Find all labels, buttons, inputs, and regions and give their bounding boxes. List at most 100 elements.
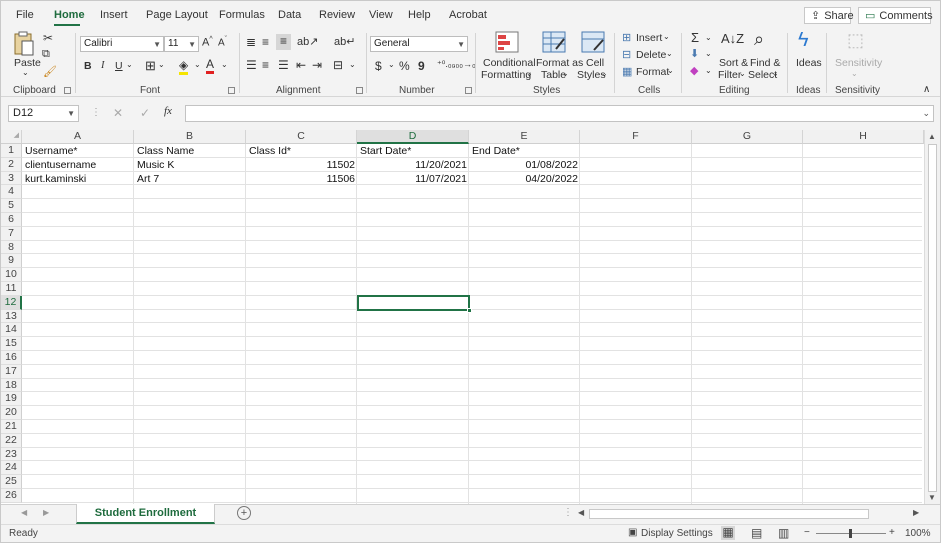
format-painter-icon[interactable]: 🖌 — [43, 65, 57, 78]
row-header-11[interactable]: 11 — [1, 282, 22, 296]
comments-button[interactable]: ▭ Comments — [858, 7, 933, 24]
underline-dropdown-icon[interactable]: ⌄ — [126, 60, 133, 69]
tab-page-layout[interactable]: Page Layout — [146, 9, 208, 21]
row-header-15[interactable]: 15 — [1, 337, 22, 351]
bold-button[interactable]: B — [84, 60, 92, 72]
sort-filter-icon[interactable]: A↓Z — [721, 31, 744, 46]
sort-dropdown-icon[interactable]: ⌄ — [739, 69, 746, 78]
delete-cells-icon[interactable]: ⊟ — [622, 48, 631, 61]
cell-a1[interactable]: Username* — [25, 145, 78, 158]
autosum-dropdown-icon[interactable]: ⌄ — [705, 33, 712, 42]
zoom-in-button[interactable]: + — [889, 527, 895, 538]
row-header-5[interactable]: 5 — [1, 199, 22, 213]
alignment-launcher-icon[interactable] — [356, 87, 363, 94]
cancel-icon[interactable]: ✕ — [113, 106, 123, 120]
column-header-c[interactable]: C — [246, 130, 357, 144]
currency-dropdown-icon[interactable]: ⌄ — [388, 60, 395, 69]
column-header-a[interactable]: A — [22, 130, 134, 144]
fill-icon[interactable]: ⬇ — [690, 47, 699, 60]
row-header-7[interactable]: 7 — [1, 226, 22, 241]
format-as-table-button[interactable]: Format as — [536, 57, 583, 69]
cell-c2[interactable]: 11502 — [246, 159, 355, 172]
align-center-icon[interactable]: ≡ — [262, 58, 269, 72]
row-header-22[interactable]: 22 — [1, 433, 22, 448]
insert-cells-icon[interactable]: ⊞ — [622, 31, 631, 44]
cell-styles-icon[interactable] — [581, 31, 605, 56]
conditional-formatting-icon[interactable] — [495, 31, 519, 56]
row-header-14[interactable]: 14 — [1, 323, 22, 338]
cell-e2[interactable]: 01/08/2022 — [469, 159, 578, 172]
zoom-level[interactable]: 100% — [905, 528, 931, 539]
normal-view-icon[interactable]: ▦ — [721, 526, 735, 540]
prev-sheet-icon[interactable]: ◀ — [21, 508, 27, 517]
vertical-scroll-thumb[interactable] — [928, 144, 937, 492]
number-format-select[interactable]: General ▼ — [370, 36, 468, 52]
fill-dropdown-icon[interactable]: ⌄ — [194, 60, 201, 69]
format-dropdown-icon[interactable]: ⌄ — [667, 66, 674, 75]
column-header-h[interactable]: H — [803, 130, 924, 144]
insert-dropdown-icon[interactable]: ⌄ — [663, 32, 670, 41]
share-button[interactable]: ⇪ Share — [804, 7, 854, 24]
borders-dropdown-icon[interactable]: ⌄ — [158, 60, 165, 69]
find-select-button[interactable]: Find & — [750, 57, 780, 69]
tab-review[interactable]: Review — [319, 9, 355, 21]
format-cells-icon[interactable]: ▦ — [622, 65, 632, 78]
paste-dropdown-icon[interactable]: ⌄ — [22, 68, 29, 77]
fill-handle[interactable] — [467, 308, 472, 313]
worksheet-grid[interactable]: ◢ A B C D E F G H 1 2 3 4 5 6 7 8 9 10 11 12 13 14 15 1… — [1, 130, 940, 504]
column-header-e[interactable]: E — [469, 130, 580, 144]
page-layout-view-icon[interactable]: ▤ — [751, 526, 762, 540]
font-launcher-icon[interactable] — [228, 87, 235, 94]
cell-b1[interactable]: Class Name — [137, 145, 194, 158]
row-header-6[interactable]: 6 — [1, 213, 22, 227]
format-cells-button[interactable]: Format — [636, 66, 669, 78]
merge-dropdown-icon[interactable]: ⌄ — [349, 60, 356, 69]
sensitivity-button[interactable]: Sensitivity — [835, 57, 882, 69]
row-header-24[interactable]: 24 — [1, 461, 22, 476]
row-header-13[interactable]: 13 — [1, 309, 22, 324]
expand-formula-icon[interactable]: ⌄ — [922, 108, 930, 119]
page-break-view-icon[interactable]: ▥ — [778, 526, 789, 540]
add-sheet-icon[interactable]: + — [237, 506, 251, 520]
increase-font-icon[interactable]: A^ — [202, 36, 213, 49]
middle-align-icon[interactable]: ≡ — [262, 35, 269, 49]
underline-button[interactable]: U — [115, 60, 123, 72]
row-header-10[interactable]: 10 — [1, 268, 22, 282]
zoom-slider-thumb[interactable] — [849, 529, 852, 538]
selected-cell-d12[interactable] — [357, 295, 472, 313]
tab-acrobat[interactable]: Acrobat — [449, 9, 487, 21]
tab-data[interactable]: Data — [278, 9, 301, 21]
font-name-select[interactable]: Calibri ▼ — [80, 36, 164, 52]
top-align-icon[interactable]: ≣ — [246, 35, 256, 49]
sensitivity-icon[interactable]: ⬚ — [847, 30, 864, 51]
row-header-9[interactable]: 9 — [1, 254, 22, 269]
font-color-icon[interactable]: A — [206, 57, 215, 74]
column-header-b[interactable]: B — [134, 130, 246, 144]
tab-file[interactable]: File — [16, 9, 34, 21]
borders-icon[interactable]: ⊞ — [145, 58, 156, 74]
formula-input[interactable]: ⌄ — [185, 105, 934, 122]
copy-icon[interactable]: ⧉ — [42, 48, 50, 61]
number-launcher-icon[interactable] — [465, 87, 472, 94]
cell-d3[interactable]: 11/07/2021 — [357, 173, 467, 186]
tab-help[interactable]: Help — [408, 9, 431, 21]
clear-dropdown-icon[interactable]: ⌄ — [705, 66, 712, 75]
enter-icon[interactable]: ✓ — [140, 106, 150, 120]
cut-icon[interactable]: ✂ — [43, 31, 53, 45]
align-left-icon[interactable]: ☰ — [246, 58, 257, 72]
select-all-corner[interactable]: ◢ — [1, 130, 22, 144]
cell-a3[interactable]: kurt.kaminski — [25, 173, 86, 186]
row-header-2[interactable]: 2 — [1, 157, 22, 172]
tab-home[interactable]: Home — [54, 9, 85, 21]
row-header-12[interactable]: 12 — [1, 295, 22, 310]
fill-dropdown-icon[interactable]: ⌄ — [705, 49, 712, 58]
fill-color-icon[interactable]: ◈ — [179, 58, 189, 75]
sheet-tab-student-enrollment-import[interactable]: Student Enrollment Import — [76, 504, 215, 537]
vertical-scrollbar[interactable]: ▲ ▼ — [924, 130, 940, 504]
font-size-select[interactable]: 11 ▼ — [164, 36, 199, 52]
lightning-icon[interactable]: ϟ — [798, 29, 809, 52]
scroll-left-icon[interactable]: ◀ — [578, 508, 584, 517]
zoom-out-button[interactable]: − — [804, 527, 810, 538]
increase-indent-icon[interactable]: ⇥ — [312, 58, 322, 72]
decrease-decimal-icon[interactable]: .₀₀→₀ — [453, 59, 476, 69]
